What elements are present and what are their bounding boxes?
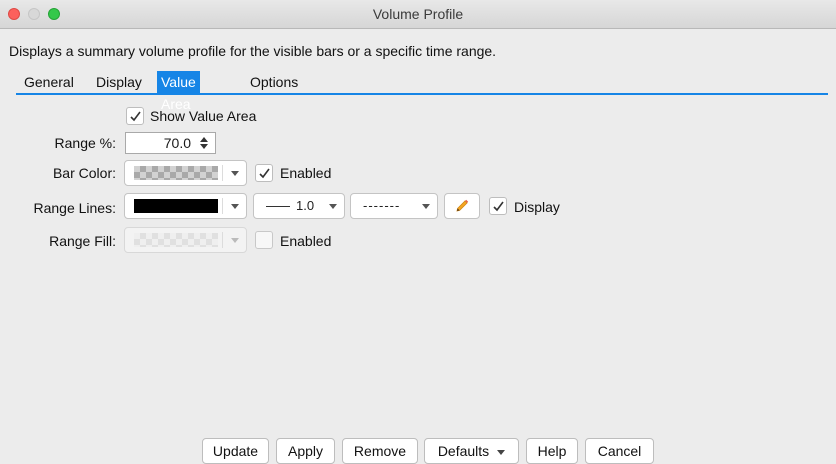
edit-line-button[interactable] (444, 193, 480, 219)
range-lines-display-label: Display (514, 199, 560, 215)
range-fill-color-dropdown[interactable] (124, 227, 247, 253)
bar-color-enabled-label: Enabled (280, 165, 332, 181)
defaults-button[interactable]: Defaults (424, 438, 519, 464)
checkmark-icon (492, 201, 504, 211)
range-fill-enabled-checkbox[interactable] (255, 231, 273, 249)
defaults-label: Defaults (437, 443, 490, 459)
range-lines-width-value: 1.0 (296, 198, 315, 213)
show-value-area-label: Show Value Area (150, 108, 257, 124)
remove-button[interactable]: Remove (342, 438, 418, 464)
tab-display[interactable]: Display (92, 71, 146, 93)
range-lines-color-swatch (134, 199, 218, 213)
chevron-down-icon (231, 204, 239, 209)
bar-color-swatch (134, 166, 218, 180)
pencil-icon (456, 199, 469, 212)
title-bar: Volume Profile (0, 0, 836, 29)
range-fill-color-swatch (134, 233, 218, 247)
chevron-down-icon (231, 238, 239, 243)
tab-value-area[interactable]: Value Area (157, 71, 200, 112)
chevron-down-icon (329, 204, 337, 209)
range-lines-color-dropdown[interactable] (124, 193, 247, 219)
checkmark-icon (129, 111, 141, 121)
dropdown-separator (222, 165, 223, 181)
chevron-down-icon (422, 204, 430, 209)
bar-color-enabled-checkbox[interactable] (255, 164, 273, 182)
tab-options[interactable]: Options (246, 71, 302, 93)
range-percent-value: 70.0 (163, 135, 191, 151)
dropdown-separator (222, 198, 223, 214)
range-fill-label: Range Fill: (49, 233, 116, 249)
show-value-area-checkbox[interactable] (126, 107, 144, 125)
chevron-down-icon (231, 171, 239, 176)
description: Displays a summary volume profile for th… (9, 43, 497, 59)
stepper-arrows-icon[interactable] (199, 136, 209, 150)
range-lines-width-dropdown[interactable]: 1.0 (253, 193, 345, 219)
dropdown-separator (222, 232, 223, 248)
window-title: Volume Profile (372, 6, 464, 22)
range-lines-display-checkbox[interactable] (489, 197, 507, 215)
range-percent-spinner[interactable]: 70.0 (125, 132, 216, 154)
range-lines-label: Range Lines: (33, 200, 116, 216)
chevron-down-icon (497, 449, 506, 455)
range-percent-label: Range %: (54, 135, 116, 151)
help-button[interactable]: Help (526, 438, 578, 464)
line-width-icon (266, 206, 290, 207)
bar-color-label: Bar Color: (52, 165, 116, 181)
update-button[interactable]: Update (202, 438, 269, 464)
range-fill-enabled-label: Enabled (280, 233, 332, 249)
range-lines-style-dropdown[interactable]: ------- (350, 193, 438, 219)
bar-color-dropdown[interactable] (124, 160, 247, 186)
checkmark-icon (258, 168, 270, 178)
cancel-button[interactable]: Cancel (585, 438, 654, 464)
tab-underline (16, 93, 828, 95)
range-lines-style-value: ------- (363, 198, 401, 213)
apply-button[interactable]: Apply (276, 438, 335, 464)
tab-general[interactable]: General (20, 71, 78, 93)
